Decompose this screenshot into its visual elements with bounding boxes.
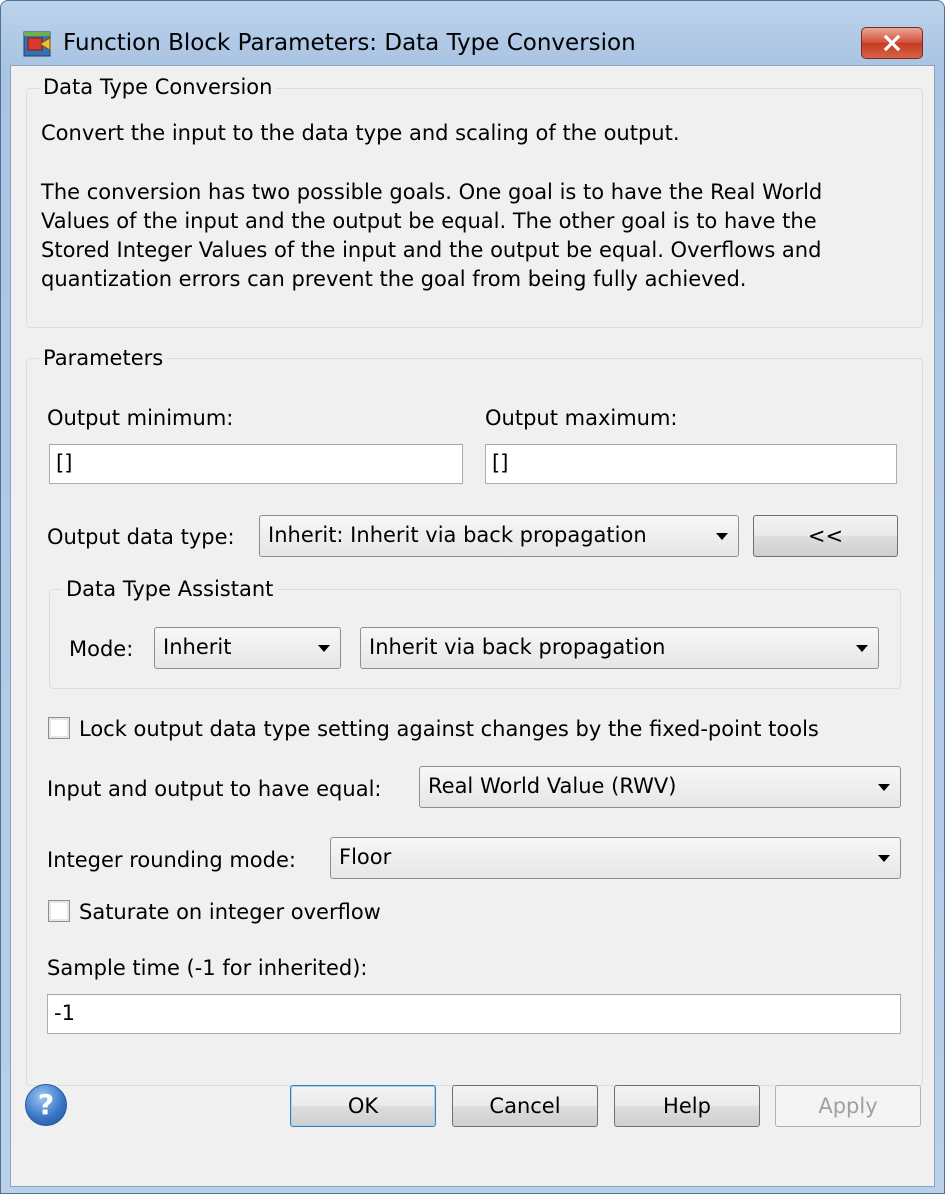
chevron-down-icon (878, 855, 890, 862)
simulink-block-icon (23, 31, 51, 57)
rounding-mode-value: Floor (339, 845, 392, 869)
close-button[interactable] (861, 27, 923, 59)
description-line: quantization errors can prevent the goal… (41, 267, 747, 291)
description-line: Convert the input to the data type and s… (41, 121, 680, 145)
lock-data-type-checkbox[interactable] (48, 717, 70, 739)
equal-mode-label: Input and output to have equal: (47, 777, 382, 801)
cancel-button[interactable]: Cancel (452, 1085, 598, 1127)
equal-mode-value: Real World Value (RWV) (428, 774, 677, 798)
output-minimum-label: Output minimum: (47, 406, 234, 430)
description-line: Values of the input and the output be eq… (41, 209, 817, 233)
output-data-type-select[interactable]: Inherit: Inherit via back propagation (259, 515, 739, 557)
dialog-client-area: Data Type Conversion Convert the input t… (10, 65, 935, 1187)
output-minimum-input[interactable]: [] (49, 444, 463, 484)
chevron-down-icon (878, 784, 890, 791)
close-icon (883, 35, 901, 51)
chevron-down-icon (318, 645, 330, 652)
mode-select[interactable]: Inherit (154, 627, 341, 669)
saturate-overflow-label[interactable]: Saturate on integer overflow (79, 899, 381, 925)
data-type-assistant-title: Data Type Assistant (62, 577, 278, 601)
description-line: Stored Integer Values of the input and t… (41, 238, 822, 262)
rounding-mode-select[interactable]: Floor (330, 837, 901, 879)
parameters-group-title: Parameters (39, 346, 168, 370)
help-icon[interactable]: ? (25, 1084, 67, 1126)
apply-button: Apply (775, 1085, 921, 1127)
sample-time-input[interactable]: -1 (47, 994, 901, 1034)
output-maximum-input[interactable]: [] (485, 444, 897, 484)
dialog-window: Function Block Parameters: Data Type Con… (0, 0, 945, 1194)
chevron-down-icon (716, 533, 728, 540)
output-data-type-value: Inherit: Inherit via back propagation (268, 523, 647, 547)
rounding-mode-label: Integer rounding mode: (47, 848, 296, 872)
description-line: The conversion has two possible goals. O… (41, 180, 823, 204)
mode-label: Mode: (69, 637, 134, 661)
output-maximum-label: Output maximum: (485, 406, 678, 430)
inherit-rule-value: Inherit via back propagation (369, 635, 666, 659)
ok-button[interactable]: OK (290, 1085, 436, 1127)
output-data-type-label: Output data type: (47, 525, 235, 549)
sample-time-label: Sample time (-1 for inherited): (47, 956, 368, 980)
saturate-overflow-checkbox[interactable] (48, 900, 70, 922)
lock-data-type-label[interactable]: Lock output data type setting against ch… (79, 716, 819, 742)
show-data-type-assistant-button[interactable]: << (753, 515, 898, 557)
description-group-title: Data Type Conversion (39, 75, 277, 99)
window-title: Function Block Parameters: Data Type Con… (63, 30, 636, 56)
inherit-rule-select[interactable]: Inherit via back propagation (360, 627, 879, 669)
equal-mode-select[interactable]: Real World Value (RWV) (419, 766, 901, 808)
mode-value: Inherit (163, 635, 232, 659)
help-button[interactable]: Help (614, 1085, 760, 1127)
chevron-down-icon (856, 645, 868, 652)
